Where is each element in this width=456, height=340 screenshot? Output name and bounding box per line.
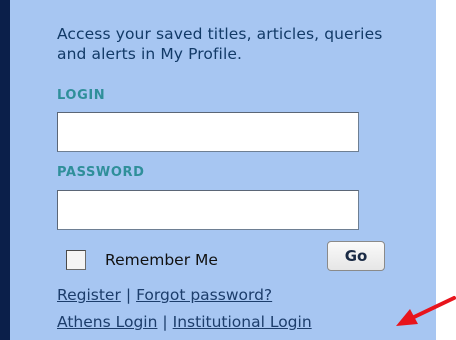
remember-me-label: Remember Me bbox=[105, 251, 218, 269]
link-separator: | bbox=[125, 286, 132, 304]
go-button[interactable]: Go bbox=[327, 241, 385, 271]
right-margin bbox=[436, 0, 456, 340]
login-widget-screenshot: Access your saved titles, articles, quer… bbox=[0, 0, 456, 340]
link-separator: | bbox=[162, 313, 168, 331]
remember-me-checkbox[interactable] bbox=[66, 250, 86, 270]
login-input[interactable] bbox=[57, 112, 359, 152]
password-input[interactable] bbox=[57, 190, 359, 230]
institutional-login-link[interactable]: Institutional Login bbox=[173, 313, 312, 331]
athens-login-link[interactable]: Athens Login bbox=[57, 313, 157, 331]
account-links-row: Register | Forgot password? bbox=[57, 286, 272, 304]
intro-text: Access your saved titles, articles, quer… bbox=[57, 25, 383, 63]
forgot-password-link[interactable]: Forgot password? bbox=[136, 286, 272, 304]
password-label: PASSWORD bbox=[57, 165, 145, 180]
login-method-links-row: Athens Login | Institutional Login bbox=[57, 313, 312, 331]
login-label: LOGIN bbox=[57, 88, 106, 103]
left-navy-border bbox=[0, 0, 10, 340]
register-link[interactable]: Register bbox=[57, 286, 121, 304]
